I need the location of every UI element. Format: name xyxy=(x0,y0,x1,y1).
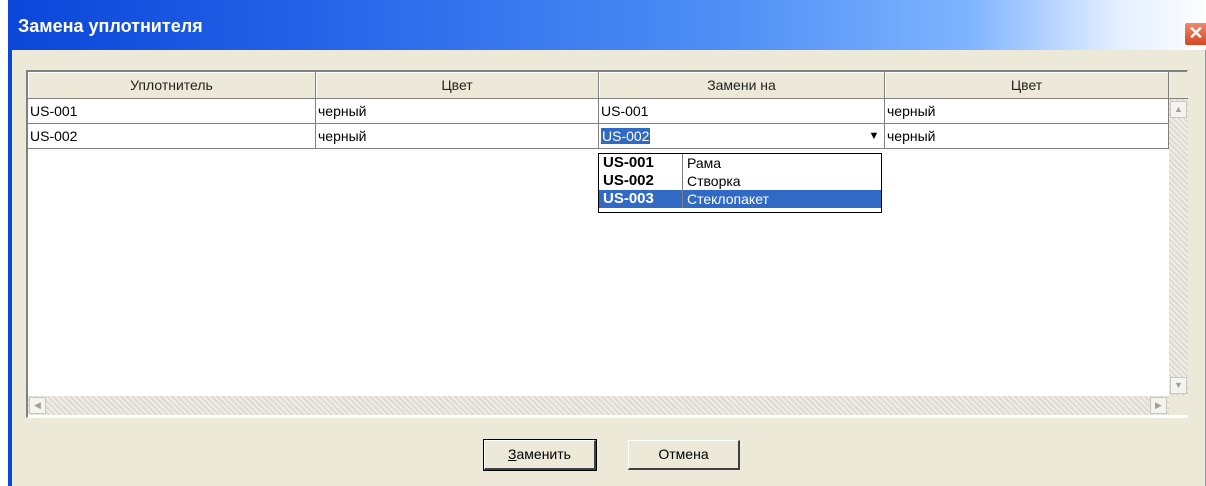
scroll-left-icon[interactable]: ◀ xyxy=(29,397,46,414)
column-header-color[interactable]: Цвет xyxy=(316,72,599,99)
seal-grid[interactable]: Уплотнитель Цвет Замени на Цвет US-001 ч… xyxy=(26,70,1188,418)
option-code: US-002 xyxy=(599,172,683,190)
cell-seal[interactable]: US-001 xyxy=(28,99,316,124)
replace-mnemonic: З xyxy=(508,446,517,462)
grid-header: Уплотнитель Цвет Замени на Цвет xyxy=(28,72,1169,99)
option-code: US-003 xyxy=(599,190,683,208)
dialog-title: Замена уплотнителя xyxy=(18,16,203,36)
dropdown-option[interactable]: US-002 Створка xyxy=(599,172,881,190)
option-name: Створка xyxy=(687,173,741,189)
seal-dropdown-list[interactable]: US-001 Рама US-002 Створка US-003 Стекло… xyxy=(598,153,882,213)
table-row[interactable]: US-001 черный US-001 черный xyxy=(28,99,1169,124)
option-name: Стеклопакет xyxy=(687,191,769,207)
scroll-right-icon[interactable]: ▶ xyxy=(1150,397,1167,414)
cell-replace-with[interactable]: US-001 xyxy=(599,99,885,124)
option-code: US-001 xyxy=(599,154,683,172)
column-header-replace-with[interactable]: Замени на xyxy=(599,72,885,99)
close-icon: ✕ xyxy=(1188,23,1204,43)
column-header-new-color[interactable]: Цвет xyxy=(885,72,1169,99)
scroll-down-icon[interactable]: ▼ xyxy=(1170,377,1187,394)
cell-new-color[interactable]: черный xyxy=(885,124,1169,149)
table-row[interactable]: US-002 черный US-002 ▼ черный xyxy=(28,124,1169,149)
cell-color[interactable]: черный xyxy=(316,99,599,124)
close-button[interactable]: ✕ xyxy=(1184,22,1206,46)
cell-seal[interactable]: US-002 xyxy=(28,124,316,149)
dropdown-arrow-icon[interactable]: ▼ xyxy=(865,126,883,146)
scroll-up-icon[interactable]: ▲ xyxy=(1170,101,1187,118)
replace-with-combobox[interactable]: US-002 ▼ xyxy=(599,124,885,149)
vertical-scrollbar[interactable]: ▲ ▼ xyxy=(1169,72,1188,396)
dropdown-option[interactable]: US-001 Рама xyxy=(599,154,881,172)
cancel-button[interactable]: Отмена xyxy=(628,440,740,470)
combobox-value[interactable]: US-002 xyxy=(601,128,651,144)
replace-button[interactable]: Заменить xyxy=(483,439,597,471)
option-name: Рама xyxy=(687,155,722,171)
column-header-seal[interactable]: Уплотнитель xyxy=(28,72,316,99)
cell-new-color[interactable]: черный xyxy=(885,99,1169,124)
title-bar[interactable]: Замена уплотнителя ✕ xyxy=(8,0,1206,50)
header-corner xyxy=(1169,72,1188,99)
replace-label: аменить xyxy=(516,446,571,462)
cell-color[interactable]: черный xyxy=(316,124,599,149)
scroll-corner xyxy=(1169,396,1188,415)
horizontal-scrollbar[interactable]: ◀ ▶ xyxy=(28,396,1169,415)
dropdown-option-selected[interactable]: US-003 Стеклопакет xyxy=(599,190,881,208)
